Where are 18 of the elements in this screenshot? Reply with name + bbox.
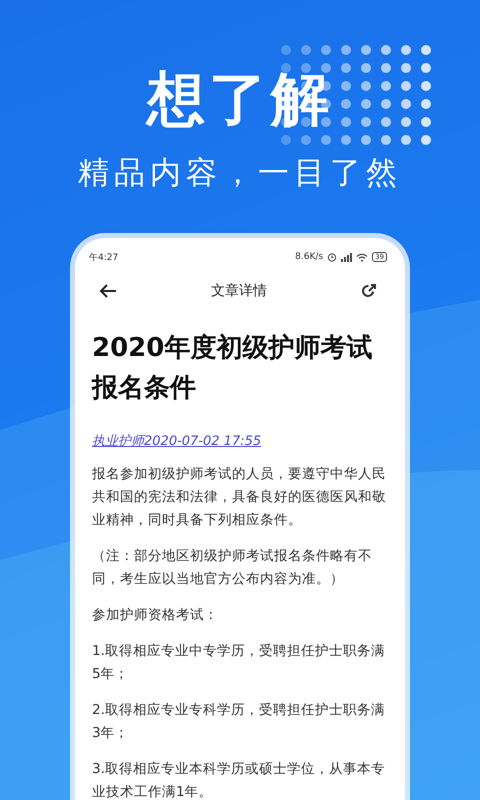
article-paragraph: 报名参加初级护师考试的人员，要遵守中华人民共和国的宪法和法律，具备良好的医德医风和敬业精神，同时具备下列相应条件。 — [92, 465, 387, 530]
article-paragraph: 2.取得相应专业专科学历，受聘担任护士职务满3年； — [92, 701, 386, 743]
wifi-icon — [356, 252, 368, 262]
article-paragraph: 3.取得相应专业本科学历或硕士学位，从事本专业技术工作满1年。 — [92, 760, 386, 800]
share-icon[interactable] — [361, 283, 377, 299]
article-paragraph: （注：部分地区初级护师考试报名条件略有不同，考生应以当地官方公布内容为准。） — [92, 547, 373, 589]
article-paragraph: 1.取得相应专业中专学历，受聘担任护士职务满5年； — [92, 642, 386, 684]
source-link[interactable]: 执业护师2020-07-02 17:55 — [92, 432, 262, 450]
signal-icon — [341, 252, 352, 262]
article-paragraph: 参加护师资格考试： — [92, 606, 219, 625]
back-arrow-icon[interactable] — [99, 283, 117, 299]
subheadline: 精品内容，一目了然 — [78, 154, 402, 193]
status-time: 午4:27 — [89, 252, 118, 264]
network-speed: 8.6K/s — [295, 252, 324, 262]
alarm-icon — [327, 252, 338, 262]
page-title: 文章详情 — [211, 282, 267, 300]
article-title: 2020年度初级护师考试报名条件 — [92, 332, 374, 405]
headline: 想了解 — [147, 64, 333, 134]
